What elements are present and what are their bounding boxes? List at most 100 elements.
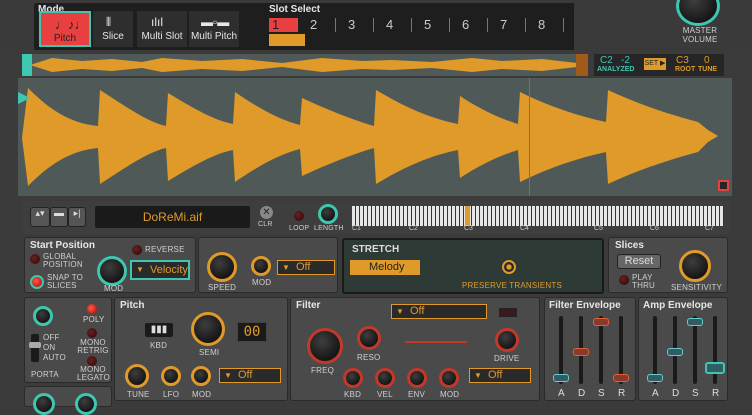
keyboard-icon[interactable]: ▮▮▮ xyxy=(145,323,173,337)
snap-to-slices-label: SNAP TO SLICES xyxy=(47,273,84,290)
slot-8[interactable]: 8 xyxy=(535,18,564,32)
overview-waveform[interactable] xyxy=(22,54,588,76)
overview-start-handle[interactable] xyxy=(22,54,32,76)
mono-retrig-led[interactable] xyxy=(87,328,97,338)
filter-env-attack-slider[interactable] xyxy=(553,316,569,384)
slices-reset-button[interactable]: Reset xyxy=(617,254,661,269)
amp-env-sustain-slider[interactable] xyxy=(687,316,703,384)
amp-env-release-handle[interactable] xyxy=(705,362,725,374)
amp-envelope-title: Amp Envelope xyxy=(643,300,713,311)
filter-env-decay-handle[interactable] xyxy=(573,348,589,356)
lower-left-knob-2[interactable] xyxy=(75,393,97,415)
filter-env-sustain-handle[interactable] xyxy=(593,318,609,326)
lower-left-knob[interactable] xyxy=(33,393,55,415)
slices-panel: Slices Reset PLAY THRU SENSITIVITY xyxy=(608,237,728,293)
snap-to-slices-led[interactable] xyxy=(30,275,44,289)
filter-env-release-slider[interactable] xyxy=(613,316,629,384)
porta-mode-switch[interactable] xyxy=(29,334,41,362)
play-thru-led[interactable] xyxy=(619,275,629,285)
mode-tab-multi-slot[interactable]: ılıl Multi Slot xyxy=(137,11,187,47)
folder-icon[interactable]: ▬ xyxy=(50,207,68,227)
amp-env-attack-slider[interactable] xyxy=(647,316,663,384)
semi-label: SEMI xyxy=(199,348,220,357)
speed-mod-knob[interactable] xyxy=(251,256,271,276)
up-down-arrows-icon[interactable]: ▴▾ xyxy=(30,207,50,227)
start-position-panel: Start Position GLOBAL POSITION SNAP TO S… xyxy=(24,237,196,293)
main-waveform[interactable] xyxy=(18,78,732,196)
filter-env-release-handle[interactable] xyxy=(613,374,629,382)
clear-label: CLR xyxy=(258,221,273,228)
mode-tab-multi-pitch[interactable]: ▬▫▬ Multi Pitch xyxy=(189,11,239,47)
clear-icon[interactable]: ✕ xyxy=(260,206,273,219)
preserve-transients-toggle[interactable] xyxy=(502,260,516,274)
set-root-button[interactable]: SET ▶ xyxy=(644,58,666,70)
filter-env-attack-handle[interactable] xyxy=(553,374,569,382)
filter-title: Filter xyxy=(296,300,321,311)
global-position-led[interactable] xyxy=(30,254,40,264)
analyzed-label: ANALYZED xyxy=(597,66,635,73)
mode-tab-slice[interactable]: ⫴ Slice xyxy=(93,11,133,47)
filter-drive-knob[interactable] xyxy=(495,328,519,352)
key-label-c5: C5 xyxy=(594,225,603,232)
mode-tab-pitch[interactable]: ♩♪♩ Pitch xyxy=(39,11,91,47)
sensitivity-knob[interactable] xyxy=(679,250,711,282)
overview-end-handle[interactable] xyxy=(576,54,588,76)
speed-knob[interactable] xyxy=(207,252,237,282)
semi-value-display[interactable]: 00 xyxy=(237,322,267,342)
pitch-mod-knob[interactable] xyxy=(191,366,211,386)
semi-knob[interactable] xyxy=(191,312,225,346)
key-range-keyboard[interactable] xyxy=(352,206,724,226)
slot-5[interactable]: 5 xyxy=(421,18,450,32)
amp-env-sustain-handle[interactable] xyxy=(687,318,703,326)
amp-env-a-label: A xyxy=(652,388,659,399)
filter-freq-knob[interactable] xyxy=(307,328,343,364)
amp-env-decay-slider[interactable] xyxy=(667,316,683,384)
end-marker[interactable] xyxy=(718,180,729,191)
tune-knob[interactable] xyxy=(125,364,149,388)
sample-edit-icon[interactable]: ▸| xyxy=(68,207,86,227)
filter-type-dropdown[interactable]: Off xyxy=(391,304,487,319)
start-mod-knob[interactable] xyxy=(97,256,127,286)
amp-env-attack-handle[interactable] xyxy=(647,374,663,382)
length-knob[interactable] xyxy=(318,204,338,224)
key-label-c6: C6 xyxy=(650,225,659,232)
filter-vel-knob[interactable] xyxy=(375,368,395,388)
loop-led[interactable] xyxy=(294,211,304,221)
filter-kbd-label: KBD xyxy=(344,390,362,399)
filter-env-knob[interactable] xyxy=(407,368,427,388)
master-volume-label: MASTER VOLUME xyxy=(682,26,718,44)
slot-4[interactable]: 4 xyxy=(383,18,412,32)
root-label: ROOT xyxy=(675,66,696,73)
sample-filename[interactable]: DoReMi.aif xyxy=(95,206,250,228)
slot-7[interactable]: 7 xyxy=(497,18,526,32)
filter-mod-knob[interactable] xyxy=(439,368,459,388)
poly-led[interactable] xyxy=(87,304,97,314)
slot-1[interactable]: 1 xyxy=(269,18,298,32)
pitch-mod-source-dropdown[interactable]: Off xyxy=(219,368,281,383)
slot-3[interactable]: 3 xyxy=(345,18,374,32)
filter-env-decay-slider[interactable] xyxy=(573,316,589,384)
amp-env-release-slider[interactable] xyxy=(705,316,725,384)
filter-enable-led[interactable] xyxy=(499,308,517,317)
filter-envelope-panel: Filter Envelope A D S R xyxy=(544,297,636,401)
amp-env-decay-handle[interactable] xyxy=(667,348,683,356)
filter-kbd-knob[interactable] xyxy=(343,368,363,388)
stretch-mode-dropdown[interactable]: Melody xyxy=(350,260,420,275)
slot-6[interactable]: 6 xyxy=(459,18,488,32)
pitch-lfo-knob[interactable] xyxy=(161,366,181,386)
start-mod-source-dropdown[interactable]: Velocity xyxy=(130,260,190,280)
filter-reso-knob[interactable] xyxy=(357,326,381,350)
play-start-marker[interactable] xyxy=(18,92,30,104)
slot-2[interactable]: 2 xyxy=(307,18,336,32)
slice-icon: ⫴ xyxy=(106,15,112,29)
tune-value[interactable]: 0 xyxy=(704,55,710,66)
reverse-led[interactable] xyxy=(132,245,142,255)
porta-time-knob[interactable] xyxy=(33,306,53,326)
filter-mod-source-dropdown[interactable]: Off xyxy=(469,368,531,383)
speed-mod-source-dropdown[interactable]: Off xyxy=(277,260,335,275)
key-label-c4: C4 xyxy=(520,225,529,232)
filter-env-sustain-slider[interactable] xyxy=(593,316,609,384)
filter-freq-label: FREQ xyxy=(311,366,335,375)
porta-switch-handle[interactable] xyxy=(29,342,41,348)
root-note[interactable]: C3 xyxy=(676,55,689,66)
